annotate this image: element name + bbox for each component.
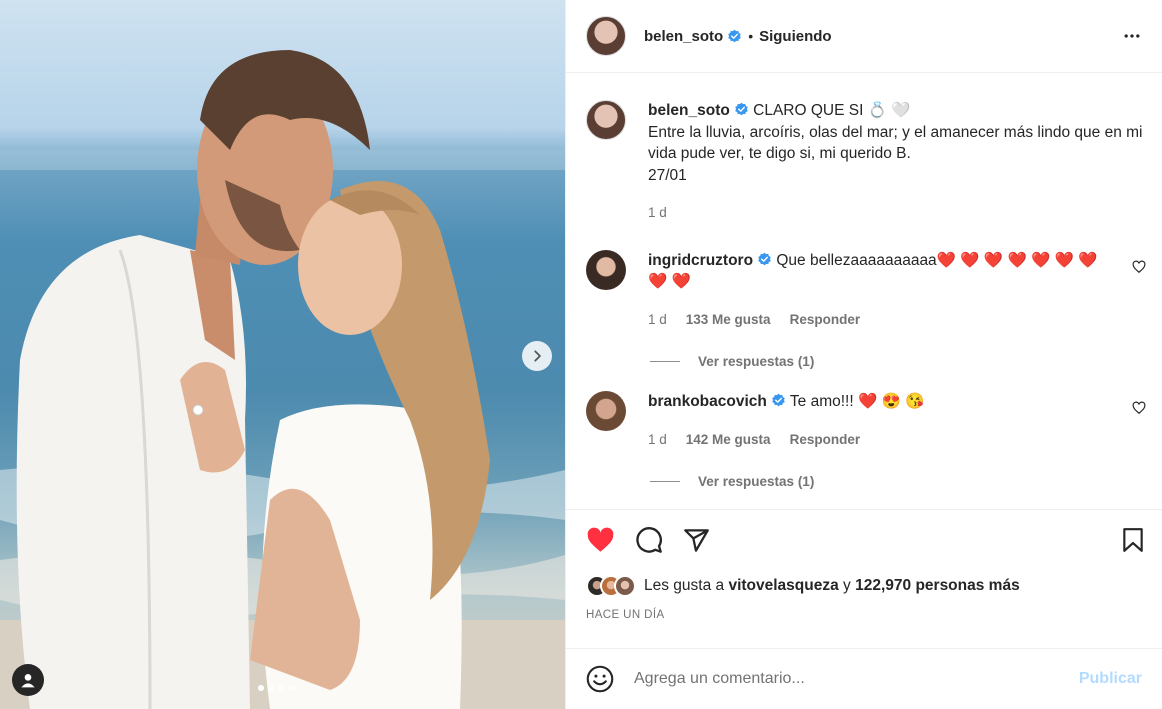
likes-middle: y xyxy=(838,577,856,594)
emoji-icon xyxy=(586,665,614,693)
comment-input[interactable] xyxy=(634,670,1079,688)
save-icon xyxy=(1123,528,1143,552)
following-button[interactable]: Siguiendo xyxy=(759,28,832,45)
liker-avatar xyxy=(614,575,636,597)
carousel-indicator xyxy=(258,685,294,691)
replies-divider-line xyxy=(650,361,680,362)
liker-username[interactable]: vitovelasqueza xyxy=(728,577,838,595)
comment-likes-count[interactable]: 133 Me gusta xyxy=(686,309,771,331)
comment-icon xyxy=(636,527,662,553)
comment-age: 1 d xyxy=(648,311,667,327)
header-separator: • xyxy=(748,28,754,44)
liker-avatars xyxy=(586,575,636,597)
share-icon xyxy=(684,528,709,552)
verified-icon xyxy=(758,252,771,265)
post-details-panel: belen_soto • Siguiendo belen_soto CLARO … xyxy=(565,0,1162,709)
commenter-avatar[interactable] xyxy=(586,249,626,290)
save-button[interactable] xyxy=(1120,527,1146,553)
comment-composer: Publicar xyxy=(566,648,1162,709)
view-replies-label: Ver respuestas (1) xyxy=(698,354,815,369)
comment-like-icon[interactable] xyxy=(1132,260,1146,274)
tagged-users-button[interactable] xyxy=(12,664,44,696)
caption-author-username[interactable]: belen_soto xyxy=(648,102,730,119)
commenter-username[interactable]: brankobacovich xyxy=(648,393,767,410)
view-replies-button[interactable]: Ver respuestas (1) xyxy=(650,474,1146,489)
caption-author-avatar[interactable] xyxy=(586,100,626,140)
verified-icon xyxy=(728,29,741,42)
publish-button[interactable]: Publicar xyxy=(1079,670,1142,688)
reply-button[interactable]: Responder xyxy=(790,429,861,451)
carousel-dot xyxy=(288,685,294,691)
author-username[interactable]: belen_soto xyxy=(644,28,723,45)
caption-title: CLARO QUE SI 💍 🤍 xyxy=(753,102,911,119)
carousel-dot-active xyxy=(258,685,264,691)
comment-like-icon[interactable] xyxy=(1132,401,1146,415)
verified-icon xyxy=(772,393,785,407)
share-button[interactable] xyxy=(683,527,710,554)
likes-prefix: Les gusta a xyxy=(644,577,729,594)
post-photo[interactable] xyxy=(0,0,565,709)
couple-photo-illustration xyxy=(0,50,565,709)
post-header: belen_soto • Siguiendo xyxy=(566,0,1162,73)
user-tag-icon xyxy=(21,674,35,688)
caption-age: 1 d xyxy=(648,205,667,220)
commenter-username[interactable]: ingridcruztoro xyxy=(648,252,753,269)
view-replies-button[interactable]: Ver respuestas (1) xyxy=(650,354,1146,369)
reply-button[interactable]: Responder xyxy=(790,309,861,331)
more-icon[interactable] xyxy=(1122,26,1142,46)
carousel-next-button[interactable] xyxy=(522,341,552,371)
author-avatar[interactable] xyxy=(586,16,626,56)
heart-icon xyxy=(587,527,614,552)
post-actions: Les gusta a vitovelasqueza y 122,970 per… xyxy=(566,509,1162,621)
comment-age: 1 d xyxy=(648,431,667,447)
comment-item: brankobacovich Te amo!!! ❤️ 😍 😘 1 d 142 … xyxy=(586,391,1146,450)
chevron-right-icon xyxy=(534,350,541,362)
carousel-dot xyxy=(278,685,284,691)
likes-others-link[interactable]: 122,970 personas más xyxy=(855,577,1020,595)
like-button[interactable] xyxy=(586,526,615,555)
comments-list[interactable]: belen_soto CLARO QUE SI 💍 🤍 Entre la llu… xyxy=(566,73,1162,509)
post-caption: belen_soto CLARO QUE SI 💍 🤍 Entre la llu… xyxy=(586,100,1146,224)
carousel-dot xyxy=(268,685,274,691)
post-timestamp: HACE UN DÍA xyxy=(586,609,665,621)
view-replies-label: Ver respuestas (1) xyxy=(698,474,815,489)
comment-likes-count[interactable]: 142 Me gusta xyxy=(686,429,771,451)
likes-summary: Les gusta a vitovelasqueza y 122,970 per… xyxy=(586,575,1142,597)
comment-text: Te amo!!! ❤️ 😍 😘 xyxy=(789,393,925,410)
comment-item: ingridcruztoro Que bellezaaaaaaaaaa❤️ ❤️… xyxy=(586,249,1146,331)
emoji-button[interactable] xyxy=(586,665,614,693)
comment-button[interactable] xyxy=(635,526,663,554)
commenter-avatar[interactable] xyxy=(586,391,626,431)
caption-text: Entre la lluvia, arcoíris, olas del mar;… xyxy=(648,123,1143,163)
caption-date: 27/01 xyxy=(648,166,687,184)
replies-divider-line xyxy=(650,481,680,482)
verified-icon xyxy=(735,102,748,116)
